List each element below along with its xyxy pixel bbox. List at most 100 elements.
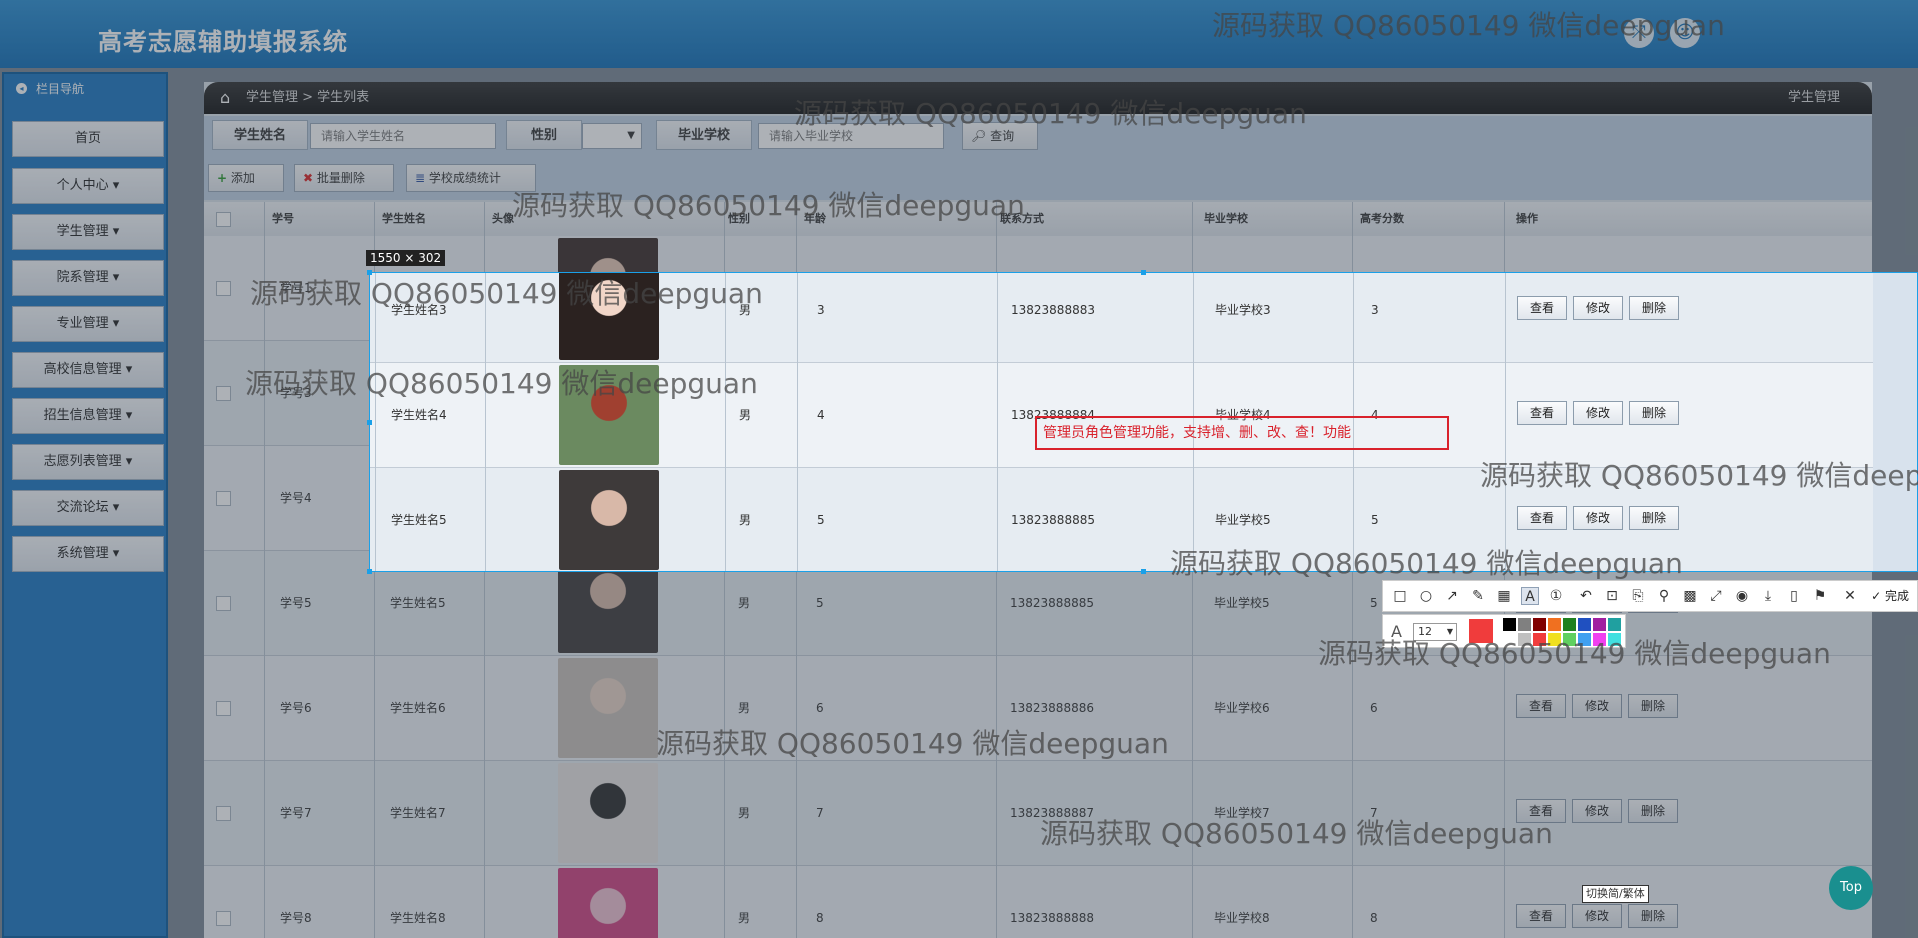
add-button[interactable]: + 添加 [208, 164, 284, 192]
view-button[interactable]: 查看 [1517, 401, 1567, 425]
column-header[interactable]: 年龄 [804, 202, 826, 236]
number-icon[interactable]: ① [1547, 587, 1565, 605]
sidebar-item[interactable]: 交流论坛 ▾ [12, 490, 164, 526]
color-swatch[interactable] [1593, 618, 1606, 631]
resize-handle[interactable] [367, 569, 372, 574]
translate-icon[interactable]: ⎘ [1629, 587, 1647, 605]
school-stats-button[interactable]: ≣ 学校成绩统计 [406, 164, 536, 192]
row-checkbox[interactable] [216, 701, 231, 716]
sidebar-item[interactable]: 招生信息管理 ▾ [12, 398, 164, 434]
column-header[interactable]: 学号 [272, 202, 294, 236]
delete-button[interactable]: 删除 [1629, 506, 1679, 530]
batch-delete-button[interactable]: ✖ 批量删除 [294, 164, 394, 192]
sidebar-item[interactable]: 志愿列表管理 ▾ [12, 444, 164, 480]
view-button[interactable]: 查看 [1516, 904, 1566, 928]
select-all-checkbox[interactable] [216, 212, 231, 227]
edit-button[interactable]: 修改 [1572, 904, 1622, 928]
edit-button[interactable]: 修改 [1573, 401, 1623, 425]
qr-icon[interactable]: ▩ [1681, 587, 1699, 605]
sidebar-item[interactable]: 高校信息管理 ▾ [12, 352, 164, 388]
ocr-icon[interactable]: ⊡ [1603, 587, 1621, 605]
delete-button[interactable]: 删除 [1628, 904, 1678, 928]
sidebar-item[interactable]: 个人中心 ▾ [12, 168, 164, 204]
delete-button[interactable]: 删除 [1629, 296, 1679, 320]
bookmark-icon[interactable]: ⚑ [1811, 587, 1829, 605]
row-checkbox[interactable] [216, 596, 231, 611]
color-swatch[interactable] [1548, 633, 1561, 646]
color-swatch[interactable] [1563, 618, 1576, 631]
home-icon[interactable]: ⌂ [220, 82, 230, 114]
color-swatch[interactable] [1563, 633, 1576, 646]
mosaic-icon[interactable]: ▦ [1495, 587, 1513, 605]
download-icon[interactable]: ⤓ [1759, 587, 1777, 605]
color-swatch[interactable] [1533, 633, 1546, 646]
school-search-input[interactable] [758, 123, 944, 149]
view-button[interactable]: 查看 [1516, 694, 1566, 718]
sidebar-item[interactable]: 首页 [12, 121, 164, 157]
delete-button[interactable]: 删除 [1629, 401, 1679, 425]
edit-button[interactable]: 修改 [1573, 296, 1623, 320]
view-button[interactable]: 查看 [1517, 296, 1567, 320]
edit-button[interactable]: 修改 [1573, 506, 1623, 530]
delete-button[interactable]: 删除 [1628, 799, 1678, 823]
view-button[interactable]: 查看 [1517, 506, 1567, 530]
current-color-swatch[interactable] [1469, 619, 1493, 643]
color-swatch[interactable] [1533, 618, 1546, 631]
name-search-input[interactable] [310, 123, 496, 149]
edit-button[interactable]: 修改 [1572, 799, 1622, 823]
sidebar-item[interactable]: 专业管理 ▾ [12, 306, 164, 342]
color-swatch[interactable] [1503, 618, 1516, 631]
pin-icon[interactable]: ⚲ [1655, 587, 1673, 605]
text-annotation[interactable]: 管理员角色管理功能，支持增、删、改、查！功能 [1035, 416, 1449, 450]
column-header[interactable]: 学生姓名 [382, 202, 426, 236]
color-swatch[interactable] [1608, 618, 1621, 631]
back-to-top-button[interactable]: Top [1829, 866, 1873, 910]
row-checkbox[interactable] [216, 911, 231, 926]
row-checkbox[interactable] [216, 491, 231, 506]
resize-handle[interactable] [1141, 270, 1146, 275]
delete-button[interactable]: 删除 [1628, 694, 1678, 718]
sidebar-item[interactable]: 学生管理 ▾ [12, 214, 164, 250]
color-swatch[interactable] [1503, 633, 1516, 646]
column-header[interactable]: 毕业学校 [1204, 202, 1248, 236]
long-capture-icon[interactable]: ⤢ [1707, 587, 1725, 605]
query-button[interactable]: 🔎︎ 查询 [962, 122, 1038, 150]
font-size-select[interactable]: 12 ▼ [1413, 623, 1457, 641]
color-swatch[interactable] [1578, 618, 1591, 631]
row-checkbox[interactable] [216, 806, 231, 821]
ellipse-icon[interactable]: ○ [1417, 587, 1435, 605]
fullscreen-icon[interactable]: ⤧ [1624, 18, 1654, 48]
pen-icon[interactable]: ✎ [1469, 587, 1487, 605]
color-swatch[interactable] [1518, 633, 1531, 646]
row-checkbox[interactable] [216, 386, 231, 401]
row-checkbox[interactable] [216, 281, 231, 296]
arrow-icon[interactable]: ↗ [1443, 587, 1461, 605]
color-swatch[interactable] [1578, 633, 1591, 646]
resize-handle[interactable] [367, 420, 372, 425]
color-swatch[interactable] [1518, 618, 1531, 631]
language-switch[interactable]: 切换简/繁体 [1582, 885, 1649, 903]
resize-handle[interactable] [367, 270, 372, 275]
record-icon[interactable]: ◉ [1733, 587, 1751, 605]
color-swatch[interactable] [1593, 633, 1606, 646]
color-swatch[interactable] [1548, 618, 1561, 631]
column-header[interactable]: 联系方式 [1000, 202, 1044, 236]
column-header[interactable]: 高考分数 [1360, 202, 1404, 236]
column-header[interactable]: 性别 [728, 202, 750, 236]
edit-button[interactable]: 修改 [1572, 694, 1622, 718]
column-header[interactable]: 头像 [492, 202, 514, 236]
view-button[interactable]: 查看 [1516, 799, 1566, 823]
resize-handle[interactable] [1141, 569, 1146, 574]
sidebar-item[interactable]: 院系管理 ▾ [12, 260, 164, 296]
sidebar-item[interactable]: 系统管理 ▾ [12, 536, 164, 572]
user-icon[interactable]: ☺ [1670, 18, 1700, 48]
text-tool-icon[interactable]: A [1521, 587, 1539, 605]
cancel-icon[interactable]: ✕ [1841, 587, 1859, 605]
color-swatch[interactable] [1608, 633, 1621, 646]
undo-icon[interactable]: ↶ [1577, 587, 1595, 605]
column-header[interactable]: 操作 [1516, 202, 1538, 236]
done-button[interactable]: ✓ 完成 [1871, 587, 1909, 605]
phone-icon[interactable]: ▯ [1785, 587, 1803, 605]
gender-select[interactable]: ▼ [582, 123, 642, 149]
rectangle-icon[interactable]: □ [1391, 587, 1409, 605]
